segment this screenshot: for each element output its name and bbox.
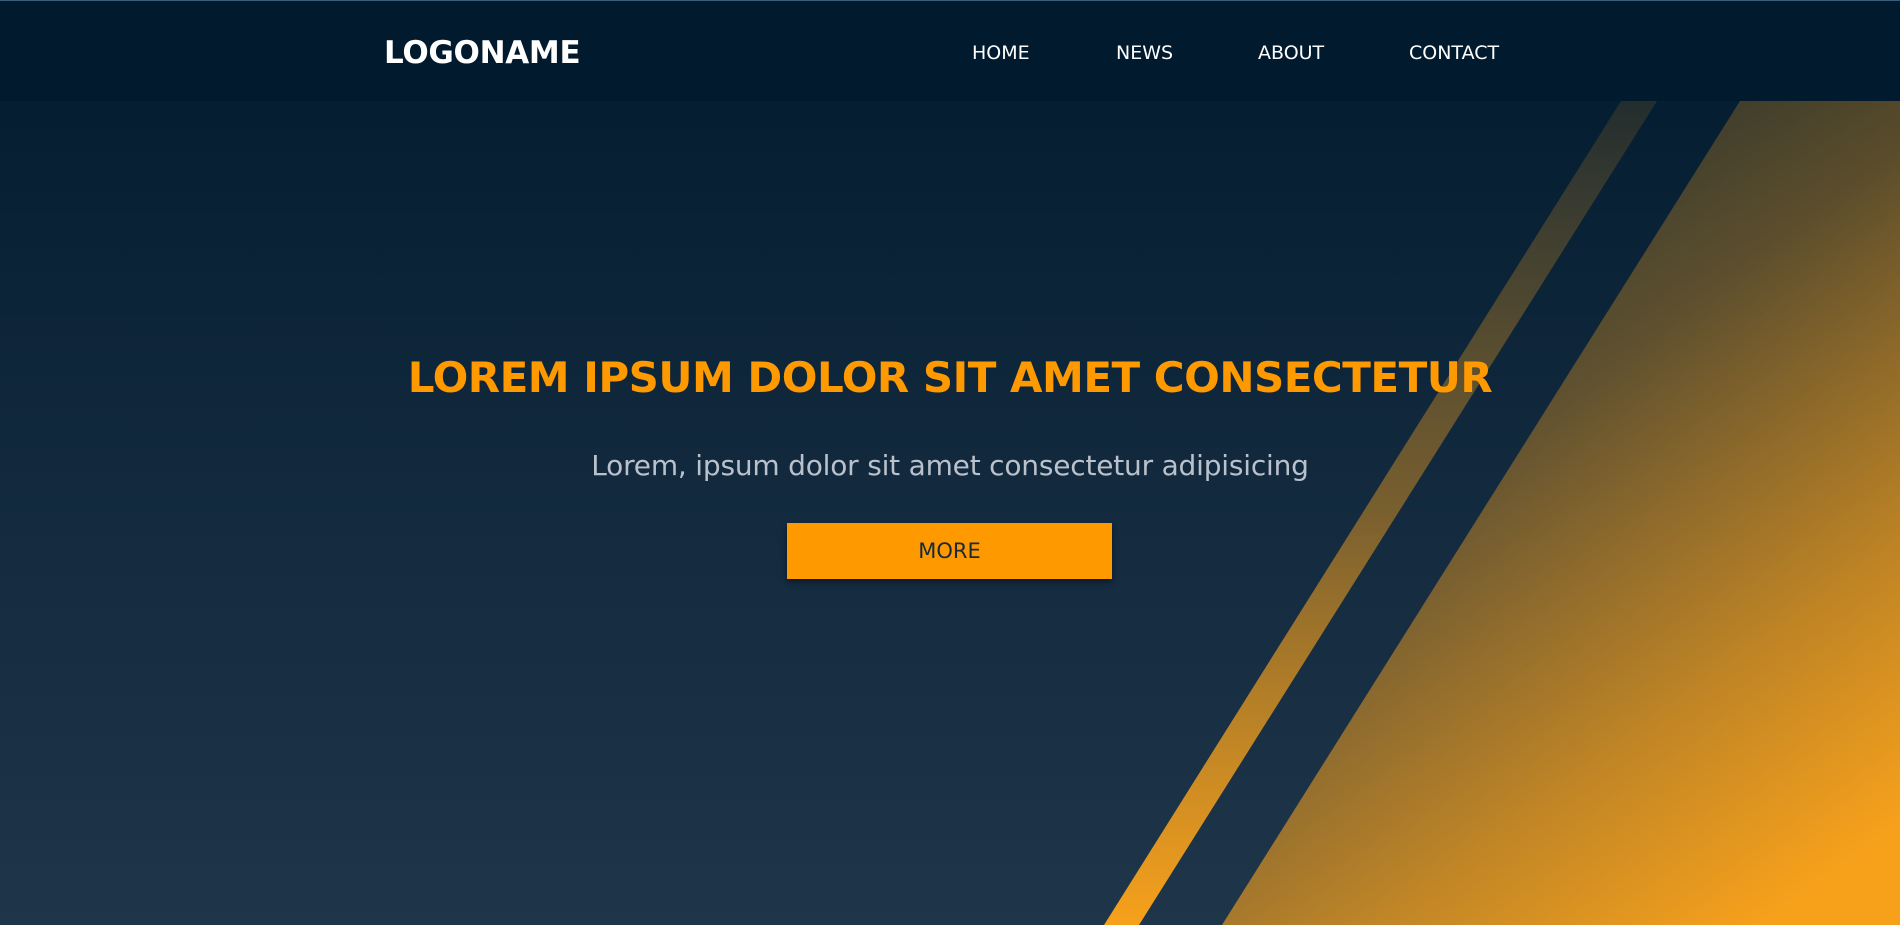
nav-link-about[interactable]: ABOUT	[1258, 41, 1324, 65]
nav-link-contact[interactable]: CONTACT	[1409, 41, 1499, 65]
logo[interactable]: LOGONAME	[384, 36, 581, 70]
hero-title-text: LOREM IPSUM DOLOR SIT AMET CONSECTETUR	[407, 353, 1493, 402]
hero-title: LOREM IPSUM DOLOR SIT AMET CONSECTETUR	[0, 352, 1900, 404]
landing-page: LOGONAME HOME NEWS ABOUT CONTACT LOREM I…	[0, 0, 1900, 925]
top-navbar: LOGONAME HOME NEWS ABOUT CONTACT	[0, 0, 1900, 101]
nav-link-news[interactable]: NEWS	[1116, 41, 1173, 65]
hero-section: LOREM IPSUM DOLOR SIT AMET CONSECTETUR L…	[0, 0, 1900, 925]
nav-link-home[interactable]: HOME	[972, 41, 1030, 65]
hero-subtitle: Lorem, ipsum dolor sit amet consectetur …	[591, 449, 1309, 482]
more-button[interactable]: MORE	[787, 523, 1112, 579]
